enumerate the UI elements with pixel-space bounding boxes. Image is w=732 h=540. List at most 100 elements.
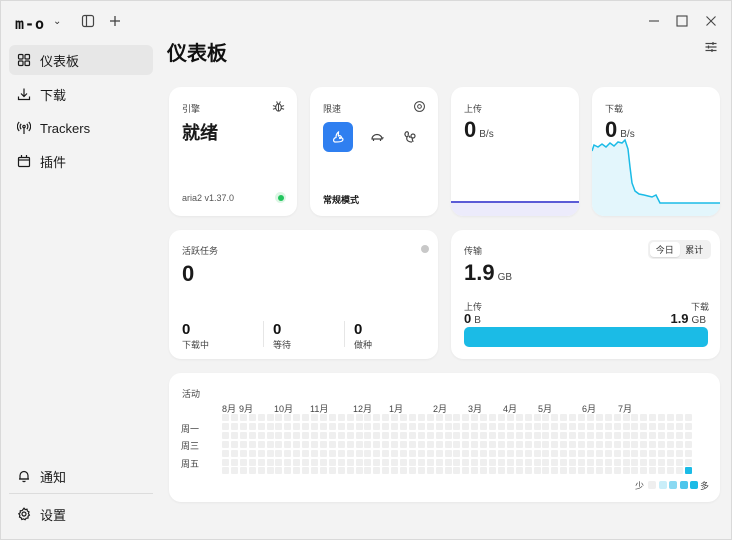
heatmap-cell[interactable]: [462, 422, 470, 430]
heatmap-cell[interactable]: [604, 440, 612, 448]
heatmap-cell[interactable]: [551, 440, 559, 448]
heatmap-cell[interactable]: [613, 440, 621, 448]
heatmap-cell[interactable]: [426, 458, 434, 466]
sidebar-item-trackers[interactable]: Trackers: [9, 113, 153, 143]
heatmap-cell[interactable]: [595, 422, 603, 430]
heatmap-cell[interactable]: [426, 449, 434, 457]
heatmap-cell[interactable]: [515, 467, 523, 475]
heatmap-cell[interactable]: [319, 414, 327, 421]
heatmap-cell[interactable]: [586, 449, 594, 457]
heatmap-cell[interactable]: [497, 422, 505, 430]
heatmap-cell[interactable]: [462, 414, 470, 421]
heatmap-cell[interactable]: [560, 414, 568, 421]
heatmap-cell[interactable]: [622, 440, 630, 448]
heatmap-cell[interactable]: [408, 414, 416, 421]
heatmap-cell[interactable]: [328, 458, 336, 466]
heatmap-cell[interactable]: [444, 467, 452, 475]
heatmap-cell[interactable]: [239, 414, 247, 421]
heatmap-cell[interactable]: [471, 449, 479, 457]
heatmap-cell[interactable]: [275, 440, 283, 448]
heatmap-cell[interactable]: [364, 440, 372, 448]
heatmap-cell[interactable]: [275, 431, 283, 439]
heatmap-cell[interactable]: [569, 440, 577, 448]
sidebar-item-notifications[interactable]: 通知: [9, 461, 153, 491]
heatmap-cell[interactable]: [506, 414, 514, 421]
heatmap-cell[interactable]: [622, 467, 630, 475]
heatmap-cell[interactable]: [506, 449, 514, 457]
heatmap-cell[interactable]: [328, 422, 336, 430]
heatmap-cell[interactable]: [480, 422, 488, 430]
heatmap-cell[interactable]: [595, 449, 603, 457]
heatmap-cell[interactable]: [578, 458, 585, 466]
heatmap-cell[interactable]: [506, 467, 514, 475]
heatmap-cell[interactable]: [275, 467, 283, 475]
heatmap-cell[interactable]: [364, 449, 372, 457]
heatmap-cell[interactable]: [675, 467, 683, 475]
heatmap-cell[interactable]: [435, 422, 443, 430]
heatmap-cell[interactable]: [578, 431, 585, 439]
heatmap-cell[interactable]: [391, 422, 399, 430]
heatmap-cell[interactable]: [640, 431, 648, 439]
heatmap-cell[interactable]: [578, 422, 585, 430]
heatmap-cell[interactable]: [337, 458, 345, 466]
heatmap-cell[interactable]: [417, 422, 425, 430]
heatmap-cell[interactable]: [311, 422, 318, 430]
heatmap-cell[interactable]: [453, 440, 461, 448]
heatmap-cell[interactable]: [239, 422, 247, 430]
heatmap-cell[interactable]: [337, 467, 345, 475]
heatmap-cell[interactable]: [667, 449, 674, 457]
heatmap-cell[interactable]: [658, 449, 666, 457]
heatmap-cell[interactable]: [471, 422, 479, 430]
heatmap-cell[interactable]: [595, 431, 603, 439]
heatmap-cell[interactable]: [337, 431, 345, 439]
heatmap-cell[interactable]: [471, 431, 479, 439]
heatmap-cell[interactable]: [302, 414, 310, 421]
heatmap-cell[interactable]: [373, 414, 381, 421]
heatmap-cell[interactable]: [622, 431, 630, 439]
heatmap-cell[interactable]: [364, 458, 372, 466]
heatmap-cell[interactable]: [275, 422, 283, 430]
heatmap-cell[interactable]: [346, 467, 354, 475]
heatmap-cell[interactable]: [524, 467, 532, 475]
heatmap-cell[interactable]: [311, 414, 318, 421]
heatmap-cell[interactable]: [578, 414, 585, 421]
heatmap-cell[interactable]: [248, 440, 256, 448]
heatmap-cell[interactable]: [515, 449, 523, 457]
heatmap-cell[interactable]: [453, 467, 461, 475]
heatmap-cell[interactable]: [364, 422, 372, 430]
heatmap-cell[interactable]: [658, 431, 666, 439]
heatmap-cell[interactable]: [239, 440, 247, 448]
heatmap-cell[interactable]: [595, 440, 603, 448]
heatmap-cell[interactable]: [222, 422, 229, 430]
heatmap-cell[interactable]: [355, 414, 363, 421]
heatmap-cell[interactable]: [667, 422, 674, 430]
heatmap-cell[interactable]: [328, 449, 336, 457]
heatmap-cell[interactable]: [471, 440, 479, 448]
heatmap-cell[interactable]: [524, 422, 532, 430]
heatmap-cell[interactable]: [311, 440, 318, 448]
heatmap-cell[interactable]: [569, 414, 577, 421]
heatmap-cell[interactable]: [391, 431, 399, 439]
heatmap-cell[interactable]: [435, 467, 443, 475]
heatmap-cell[interactable]: [675, 440, 683, 448]
heatmap-cell[interactable]: [658, 467, 666, 475]
heatmap-cell[interactable]: [302, 431, 310, 439]
heatmap-cell[interactable]: [649, 422, 657, 430]
heatmap-cell[interactable]: [391, 449, 399, 457]
heatmap-cell[interactable]: [658, 414, 666, 421]
heatmap-cell[interactable]: [408, 422, 416, 430]
heatmap-cell[interactable]: [640, 422, 648, 430]
heatmap-cell[interactable]: [542, 467, 550, 475]
heatmap-cell[interactable]: [248, 458, 256, 466]
heatmap-cell[interactable]: [230, 449, 238, 457]
heatmap-cell[interactable]: [266, 431, 274, 439]
heatmap-cell[interactable]: [471, 414, 479, 421]
heatmap-cell[interactable]: [569, 467, 577, 475]
gear-icon[interactable]: [413, 100, 426, 113]
heatmap-cell[interactable]: [408, 449, 416, 457]
heatmap-cell[interactable]: [489, 449, 496, 457]
heatmap-cell[interactable]: [444, 422, 452, 430]
heatmap-cell[interactable]: [382, 431, 390, 439]
heatmap-cell[interactable]: [506, 458, 514, 466]
heatmap-cell[interactable]: [551, 414, 559, 421]
